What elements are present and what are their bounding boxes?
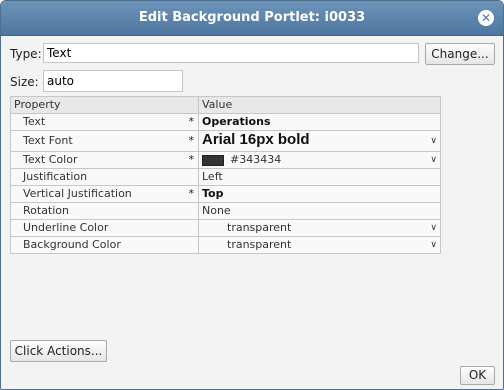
change-button[interactable]: Change...: [425, 43, 495, 65]
property-name: Rotation: [23, 204, 70, 217]
type-label: Type:: [10, 47, 42, 61]
property-value-text[interactable]: Operations: [202, 115, 271, 128]
color-swatch: [202, 154, 224, 166]
property-name: Justification: [23, 170, 88, 183]
table-row-underline-color[interactable]: Underline Color transparent ∨: [10, 219, 441, 237]
chevron-down-icon[interactable]: ∨: [430, 153, 437, 168]
table-row-rotation[interactable]: Rotation None: [10, 202, 441, 220]
header-value: Value: [198, 96, 441, 114]
edit-portlet-dialog: Edit Background Portlet: i0033 ✕ Type: C…: [0, 0, 504, 390]
property-value-background-color[interactable]: transparent: [202, 238, 291, 251]
table-row-text-color[interactable]: Text Color * #343434 ∨: [10, 151, 441, 169]
chevron-down-icon[interactable]: ∨: [430, 132, 437, 151]
table-row-vertical-justification[interactable]: Vertical Justification * Top: [10, 185, 441, 203]
type-input[interactable]: [43, 43, 419, 63]
property-name: Text Font: [23, 134, 73, 147]
property-name: Background Color: [23, 238, 121, 251]
property-value-text-color[interactable]: #343434: [230, 153, 281, 166]
property-name: Vertical Justification: [23, 187, 132, 200]
size-input[interactable]: [43, 70, 183, 92]
property-name: Text Color: [23, 153, 78, 166]
property-value-text-font[interactable]: Arial 16px bold: [202, 132, 310, 149]
table-row-text-font[interactable]: Text Font * Arial 16px bold ∨: [10, 130, 441, 152]
required-marker: *: [188, 153, 195, 166]
property-value-rotation[interactable]: None: [202, 204, 231, 217]
chevron-down-icon[interactable]: ∨: [430, 238, 437, 253]
size-label: Size:: [10, 75, 39, 89]
property-name: Underline Color: [23, 221, 109, 234]
table-header-row: Property Value: [10, 96, 441, 114]
close-icon[interactable]: ✕: [478, 10, 494, 26]
table-row-justification[interactable]: Justification Left: [10, 168, 441, 186]
property-name: Text: [23, 115, 46, 128]
required-marker: *: [188, 115, 195, 128]
ok-button[interactable]: OK: [460, 366, 495, 385]
required-marker: *: [188, 134, 195, 147]
property-value-underline-color[interactable]: transparent: [202, 221, 291, 234]
chevron-down-icon[interactable]: ∨: [430, 221, 437, 236]
property-table: Property Value Text * Operations Text Fon…: [10, 96, 441, 254]
dialog-titlebar[interactable]: Edit Background Portlet: i0033 ✕: [1, 1, 503, 36]
dialog-title: Edit Background Portlet: i0033: [138, 10, 366, 25]
table-row-background-color[interactable]: Background Color transparent ∨: [10, 236, 441, 254]
header-property: Property: [10, 96, 199, 114]
property-value-vertical-justification[interactable]: Top: [202, 187, 223, 200]
property-value-justification[interactable]: Left: [202, 170, 223, 183]
click-actions-button[interactable]: Click Actions...: [10, 340, 107, 362]
required-marker: *: [188, 187, 195, 200]
table-row-text[interactable]: Text * Operations: [10, 113, 441, 131]
